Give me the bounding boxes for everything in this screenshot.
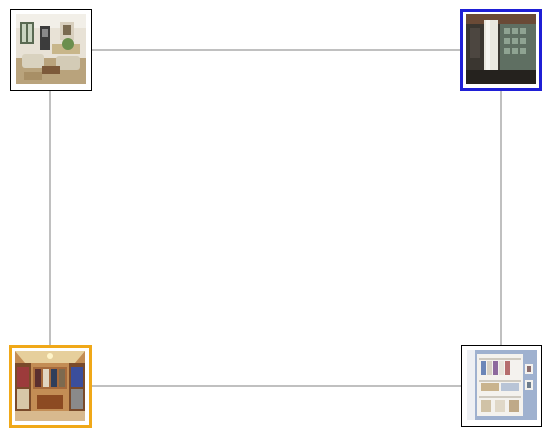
graph-canvas: [0, 0, 551, 436]
basement-room-photo: [466, 14, 536, 84]
node-reach-in-closet[interactable]: [461, 345, 542, 427]
walk-in-closet-photo: [15, 351, 85, 421]
reach-in-closet-photo: [467, 350, 537, 420]
node-walk-in-closet[interactable]: [9, 345, 92, 428]
node-basement-room[interactable]: [460, 9, 542, 91]
node-living-room[interactable]: [10, 9, 92, 91]
living-room-photo: [16, 14, 86, 84]
